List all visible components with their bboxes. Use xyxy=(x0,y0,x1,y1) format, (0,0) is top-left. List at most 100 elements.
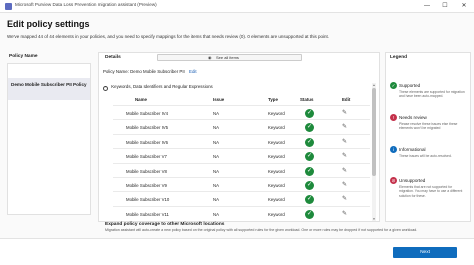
edit-pencil-icon[interactable]: ✎ xyxy=(342,138,347,145)
window-titlebar: Microsoft Purview Data Loss Prevention m… xyxy=(0,0,474,13)
supported-check-icon: ✓ xyxy=(305,166,314,176)
window-title: Microsoft Purview Data Loss Prevention m… xyxy=(15,2,157,7)
table-row: Mobile Subscriber V8 NA Keyword ✓ ✎ xyxy=(113,162,370,177)
legend-panel: Legend ✓ Supported These elements are supp… xyxy=(385,52,471,222)
section-toggle[interactable]: ⌃ Keywords, Data Identifiers and Regular… xyxy=(103,84,213,91)
scroll-up-icon[interactable]: ▲ xyxy=(372,83,376,87)
table-row: Mobile Subscriber V10 NA Keyword ✓ ✎ xyxy=(113,191,370,205)
legend-item-title: Needs review xyxy=(399,115,427,120)
table-row: Mobile Subscriber V7 NA Keyword ✓ ✎ xyxy=(113,148,370,162)
legend-item-description: These elements are supported for migrati… xyxy=(399,90,465,99)
maximize-button[interactable]: ☐ xyxy=(436,0,454,13)
cell-name: Mobile Subscriber V9 xyxy=(126,183,167,188)
cell-issue: NA xyxy=(213,168,219,174)
edit-pencil-icon[interactable]: ✎ xyxy=(342,195,347,202)
table-row: Mobile Subscriber IV5 NA Keyword ✓ ✎ xyxy=(113,119,370,133)
scrollbar-thumb[interactable] xyxy=(372,88,376,176)
edit-pencil-icon[interactable]: ✎ xyxy=(342,181,347,188)
close-button[interactable]: ✕ xyxy=(455,0,473,13)
policy-list-header: Policy Name xyxy=(9,54,38,59)
table-row: Mobile Subscriber IV6 NA Keyword ✓ ✎ xyxy=(113,133,370,148)
table-scrollbar[interactable]: ▲ ▼ xyxy=(372,83,376,221)
cell-name: Mobile Subscriber V7 xyxy=(126,154,167,160)
legend-item-description: Please resolve these issues else these e… xyxy=(399,122,458,131)
scroll-down-icon[interactable]: ▼ xyxy=(372,217,376,221)
alert-circle-icon: ! xyxy=(390,114,397,121)
column-header-edit: Edit xyxy=(342,97,351,102)
supported-check-icon: ✓ xyxy=(305,123,314,133)
edit-policy-name-link[interactable]: Edit xyxy=(189,69,197,74)
policy-name-label: Policy Name: xyxy=(103,69,129,74)
eye-icon: ◉ xyxy=(208,55,212,60)
info-icon: i xyxy=(390,146,397,153)
page-description: We've mapped 44 of 44 elements in your p… xyxy=(7,34,329,39)
column-header-type: Type xyxy=(268,97,278,102)
edit-pencil-icon[interactable]: ✎ xyxy=(342,109,347,116)
cell-type: Keyword xyxy=(268,183,285,188)
main-content: Edit policy settings We've mapped 44 of … xyxy=(0,13,474,265)
supported-check-icon: ✓ xyxy=(305,137,314,147)
cell-type: Keyword xyxy=(268,211,285,217)
cell-name: Mobile Subscriber V11 xyxy=(126,211,169,217)
footer: Next xyxy=(0,238,474,265)
legend-item-description: These issues will be auto-resolved. xyxy=(399,154,452,158)
cell-issue: NA xyxy=(213,183,219,188)
edit-pencil-icon[interactable]: ✎ xyxy=(342,210,347,217)
legend-header: Legend xyxy=(390,55,408,60)
app-icon xyxy=(5,3,12,10)
legend-item-title: Supported xyxy=(399,83,421,88)
table-row: Mobile Subscriber V11 NA Keyword ✓ ✎ xyxy=(113,205,370,220)
supported-check-icon: ✓ xyxy=(305,181,314,190)
cell-issue: NA xyxy=(213,197,219,203)
chevron-up-icon: ⌃ xyxy=(103,86,108,91)
cell-name: Mobile Subscriber IV5 xyxy=(126,125,169,131)
column-header-status: Status xyxy=(300,97,314,102)
cell-type: Keyword xyxy=(268,154,285,160)
legend-item-title: Unsupported xyxy=(399,178,426,183)
policy-list: Demo Mobile Subscriber PII Policy xyxy=(7,63,91,215)
edit-pencil-icon[interactable]: ✎ xyxy=(342,167,347,174)
cell-type: Keyword xyxy=(268,139,285,145)
policy-list-item[interactable]: Demo Mobile Subscriber PII Policy xyxy=(8,78,90,100)
table-header: Name Issue Type Status Edit xyxy=(113,94,370,104)
see-all-items-button[interactable]: ◉ See all items xyxy=(157,54,302,61)
cell-name: Mobile Subscriber V8 xyxy=(126,168,167,174)
cell-issue: NA xyxy=(213,111,219,116)
supported-check-icon: ✓ xyxy=(305,109,314,118)
policy-name-value: Demo Mobile Subscriber PII xyxy=(130,69,185,74)
cell-issue: NA xyxy=(213,139,219,145)
block-icon: ⊘ xyxy=(390,177,397,184)
table-row: Mobile Subscriber IV4 NA Keyword ✓ ✎ xyxy=(113,105,370,119)
cell-issue: NA xyxy=(213,125,219,131)
column-header-name: Name xyxy=(135,97,147,102)
legend-item-description: Elements that are not supported for migr… xyxy=(399,185,463,198)
cell-name: Mobile Subscriber V10 xyxy=(126,197,170,203)
cell-name: Mobile Subscriber IV6 xyxy=(126,139,169,145)
legend-item-title: Informational xyxy=(399,147,426,152)
expand-coverage-description: Migration assistant will auto-create a n… xyxy=(105,228,418,232)
cell-type: Keyword xyxy=(268,168,285,174)
supported-check-icon: ✓ xyxy=(305,195,314,205)
expand-coverage-title: Expand policy coverage to other Microsof… xyxy=(105,222,225,227)
supported-check-icon: ✓ xyxy=(305,209,314,219)
cell-type: Keyword xyxy=(268,197,285,203)
details-header: Details xyxy=(105,55,121,60)
next-button[interactable]: Next xyxy=(393,247,457,258)
minimize-button[interactable]: — xyxy=(418,0,436,13)
check-circle-icon: ✓ xyxy=(390,82,397,89)
policy-name-row: Policy Name: Demo Mobile Subscriber PII … xyxy=(103,69,197,74)
cell-issue: NA xyxy=(213,154,219,160)
cell-name: Mobile Subscriber IV4 xyxy=(126,111,169,116)
supported-check-icon: ✓ xyxy=(305,152,314,162)
cell-type: Keyword xyxy=(268,125,285,131)
edit-pencil-icon[interactable]: ✎ xyxy=(342,123,347,130)
column-header-issue: Issue xyxy=(213,97,225,102)
details-panel: Details ◉ See all items Policy Name: Dem… xyxy=(98,52,380,222)
edit-pencil-icon[interactable]: ✎ xyxy=(342,152,347,159)
section-title: Keywords, Data Identifiers and Regular E… xyxy=(111,84,213,89)
table-row: Mobile Subscriber V9 NA Keyword ✓ ✎ xyxy=(113,177,370,191)
cell-type: Keyword xyxy=(268,111,285,116)
page-title: Edit policy settings xyxy=(7,19,90,29)
cell-issue: NA xyxy=(213,211,219,217)
see-all-items-label: See all items xyxy=(216,55,239,60)
